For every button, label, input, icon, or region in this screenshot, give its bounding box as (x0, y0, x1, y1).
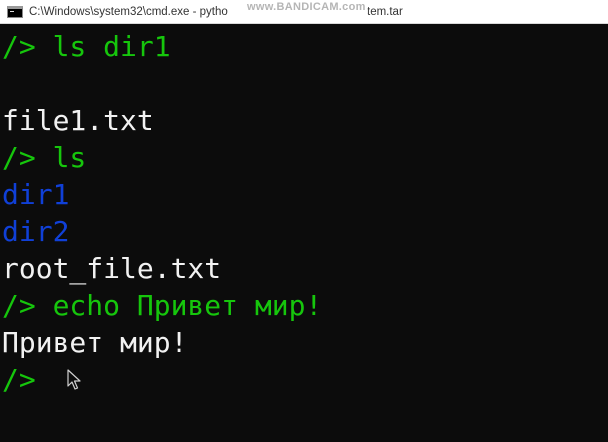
console-line: dir2 (2, 215, 70, 248)
console-app-icon (7, 5, 23, 18)
console-output[interactable]: /> ls dir1 file1.txt /> ls dir1 dir2 roo… (0, 24, 608, 442)
window-title-tail: tem.tar (367, 5, 403, 18)
console-line: file1.txt (2, 104, 154, 137)
window-title: C:\Windows\system32\cmd.exe - pytho (29, 5, 228, 18)
console-line: Привет мир! (2, 326, 188, 359)
console-line: /> ls dir1 (2, 30, 171, 63)
console-line: /> echo Привет мир! (2, 289, 323, 322)
console-prompt[interactable]: /> (2, 361, 36, 398)
console-line: root_file.txt (2, 252, 222, 285)
cmd-window: C:\Windows\system32\cmd.exe - pytho tem.… (0, 0, 608, 442)
bandicam-watermark: www.BANDICAM.com (245, 1, 368, 13)
title-bar[interactable]: C:\Windows\system32\cmd.exe - pytho tem.… (0, 0, 608, 24)
mouse-pointer-icon (67, 369, 81, 390)
console-line: /> ls (2, 141, 87, 174)
console-line: dir1 (2, 178, 70, 211)
